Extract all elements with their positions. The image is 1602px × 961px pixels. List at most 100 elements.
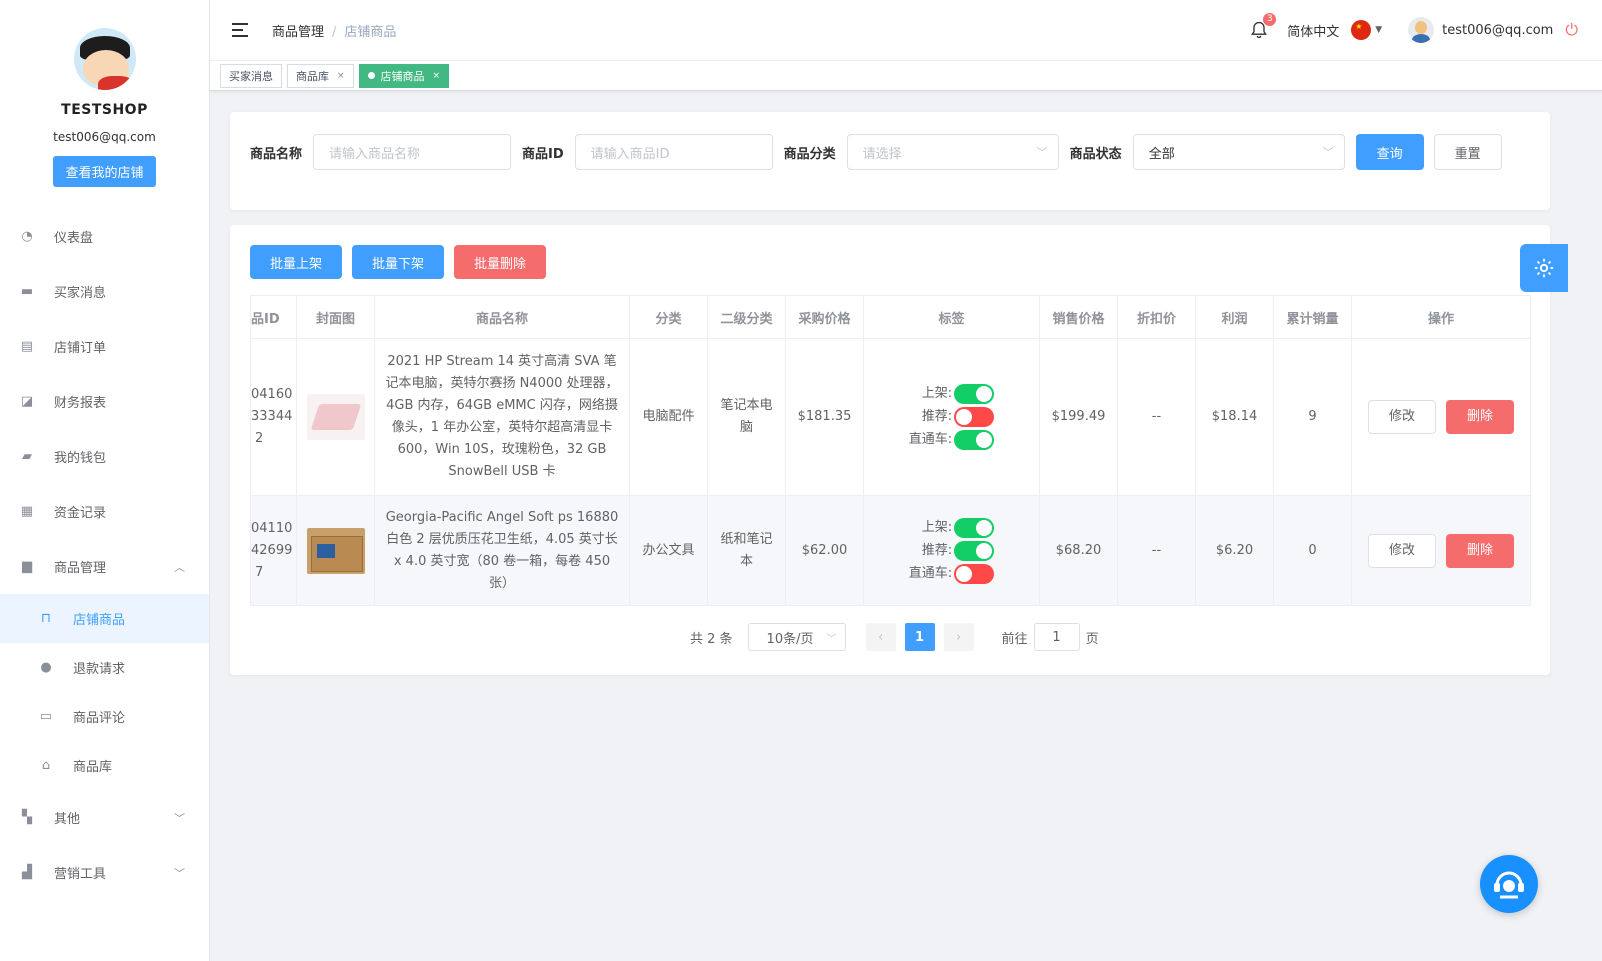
delete-button[interactable]: 删除	[1446, 533, 1514, 568]
view-my-shop-button[interactable]: 查看我的店铺	[53, 156, 156, 187]
product-category-select[interactable]: 请选择 ﹀	[846, 134, 1059, 170]
subcategory: 纸和笔记本	[707, 495, 786, 606]
caret-down-icon[interactable]: ▼	[1375, 25, 1382, 35]
product-id-input[interactable]: 请输入商品ID	[574, 134, 773, 170]
chevron-down-icon: ﹀	[1036, 146, 1048, 159]
column-header: 累计销量	[1273, 295, 1352, 339]
customer-support-button[interactable]	[1480, 855, 1538, 913]
product-status-select[interactable]: 全部 ﹀	[1132, 134, 1345, 170]
bulk-list-button[interactable]: 批量上架	[250, 245, 343, 279]
sidebar-item-label: 买家消息	[54, 286, 107, 301]
column-header: 折扣价	[1117, 295, 1196, 339]
actions-cell: 修改 删除	[1351, 495, 1531, 606]
sidebar-item-label: 商品管理	[54, 561, 107, 576]
page-suffix: 页	[1085, 631, 1099, 647]
gear-icon	[1534, 258, 1554, 278]
chevron-down-icon: ﹀	[174, 866, 185, 880]
listed-switch[interactable]	[954, 384, 995, 404]
product-name-input[interactable]: 请输入商品名称	[313, 134, 512, 170]
user-email[interactable]: test006@qq.com	[1442, 23, 1553, 38]
reset-button[interactable]: 重置	[1433, 134, 1502, 170]
breadcrumb-parent[interactable]: 商品管理	[272, 25, 324, 40]
sidebar-item-label: 仪表盘	[54, 231, 94, 246]
sidebar-item-shop-orders[interactable]: ▤ 店铺订单	[0, 319, 209, 374]
column-header: 商品名称	[374, 295, 630, 339]
sidebar-item-shop-products[interactable]: ⊓ 店铺商品	[0, 594, 209, 643]
close-icon[interactable]: ×	[433, 71, 441, 81]
listed-label: 上架:	[921, 386, 953, 401]
notification-bell[interactable]: 3	[1249, 13, 1277, 40]
bulk-delete-button[interactable]: 批量删除	[454, 245, 547, 279]
listed-switch[interactable]	[954, 517, 995, 538]
discount-price: --	[1117, 495, 1196, 606]
close-icon[interactable]: ×	[337, 71, 345, 81]
sidebar-item-buyer-messages[interactable]: ▬ 买家消息	[0, 264, 209, 319]
menu-toggle-icon[interactable]	[232, 23, 250, 37]
edit-button[interactable]: 修改	[1368, 533, 1436, 568]
goto-page-input[interactable]: 1	[1033, 623, 1080, 651]
chevron-right-icon: ›	[955, 629, 962, 645]
prev-page-button[interactable]: ‹	[865, 623, 896, 651]
column-header: 标签	[863, 295, 1040, 339]
page-number-button[interactable]: 1	[904, 623, 935, 651]
sidebar-item-dashboard[interactable]: ◔ 仪表盘	[0, 209, 209, 264]
column-header: 采购价格	[785, 295, 864, 339]
express-switch[interactable]	[954, 563, 995, 584]
express-switch[interactable]	[954, 430, 995, 450]
tag-shop-products[interactable]: 店铺商品 ×	[358, 63, 450, 88]
chart-icon: ◪	[20, 394, 34, 409]
sidebar-item-product-management[interactable]: ▆ 商品管理 ︿	[0, 539, 209, 594]
power-icon[interactable]: ⏻	[1565, 20, 1578, 40]
sidebar-item-refund-requests[interactable]: ● 退款请求	[0, 643, 209, 692]
next-page-button[interactable]: ›	[943, 623, 974, 651]
total-sales: 0	[1273, 495, 1352, 606]
page-size-select[interactable]: 10条/页 ﹀	[747, 623, 846, 651]
sidebar-item-marketing-tools[interactable]: ▟ 营销工具 ﹀	[0, 845, 209, 900]
sidebar-item-wallet[interactable]: ▰ 我的钱包	[0, 429, 209, 484]
delete-button[interactable]: 删除	[1446, 400, 1514, 434]
chevron-left-icon: ‹	[877, 629, 884, 645]
tag-label: 买家消息	[229, 69, 273, 83]
sidebar-item-fund-records[interactable]: ▦ 资金记录	[0, 484, 209, 539]
header-right: 3 简体中文 ▼ test006@qq.com ⏻	[1249, 0, 1578, 60]
recommended-switch[interactable]	[954, 407, 995, 427]
active-dot-icon	[367, 72, 375, 79]
sidebar-item-label: 商品库	[73, 760, 113, 775]
express-label: 直通车:	[908, 432, 953, 447]
sidebar-item-product-reviews[interactable]: ▭ 商品评论	[0, 692, 209, 741]
bulk-unlist-button[interactable]: 批量下架	[352, 245, 445, 279]
tag-label: 商品库	[296, 69, 329, 83]
sidebar-item-label: 营销工具	[54, 867, 107, 882]
column-header: 品ID	[250, 295, 297, 339]
alert-icon: ●	[40, 660, 52, 675]
chevron-down-icon: ﹀	[174, 811, 185, 825]
edit-button[interactable]: 修改	[1368, 400, 1436, 434]
language-selector[interactable]: 简体中文	[1287, 21, 1339, 40]
comment-icon: ▭	[39, 709, 53, 724]
breadcrumb-separator: /	[332, 24, 337, 40]
sidebar-item-label: 商品评论	[73, 711, 126, 726]
sidebar-item-product-library[interactable]: ⌂ 商品库	[0, 741, 209, 790]
tag-product-library[interactable]: 商品库 ×	[287, 63, 354, 88]
notification-badge: 3	[1263, 13, 1277, 26]
china-flag-icon[interactable]	[1351, 20, 1372, 40]
search-button[interactable]: 查询	[1355, 134, 1424, 170]
settings-button[interactable]	[1520, 244, 1568, 292]
discount-price: --	[1117, 338, 1196, 496]
recommended-switch[interactable]	[954, 540, 995, 561]
sidebar-item-financial-reports[interactable]: ◪ 财务报表	[0, 374, 209, 429]
goto-page: 前往 1 页	[1002, 623, 1099, 651]
shopping-bag-icon: ⊓	[40, 611, 52, 626]
tags-cell: 上架: 推荐: 直通车:	[863, 338, 1040, 496]
user-avatar[interactable]	[1408, 17, 1435, 43]
table-header-row: 品ID 封面图 商品名称 分类 二级分类 采购价格 标签 销售价格 折扣价 利润…	[250, 295, 1531, 339]
cover-cell	[296, 338, 375, 496]
tag-buyer-messages[interactable]: 买家消息	[220, 63, 282, 88]
clipboard-icon: ▤	[20, 339, 34, 354]
wallet-icon: ▰	[22, 449, 32, 464]
column-header: 封面图	[296, 295, 375, 339]
sale-price: $199.49	[1039, 338, 1118, 496]
sidebar-item-other[interactable]: ▚ 其他 ﹀	[0, 790, 209, 845]
column-header: 利润	[1195, 295, 1274, 339]
chevron-down-icon: ﹀	[826, 633, 837, 645]
